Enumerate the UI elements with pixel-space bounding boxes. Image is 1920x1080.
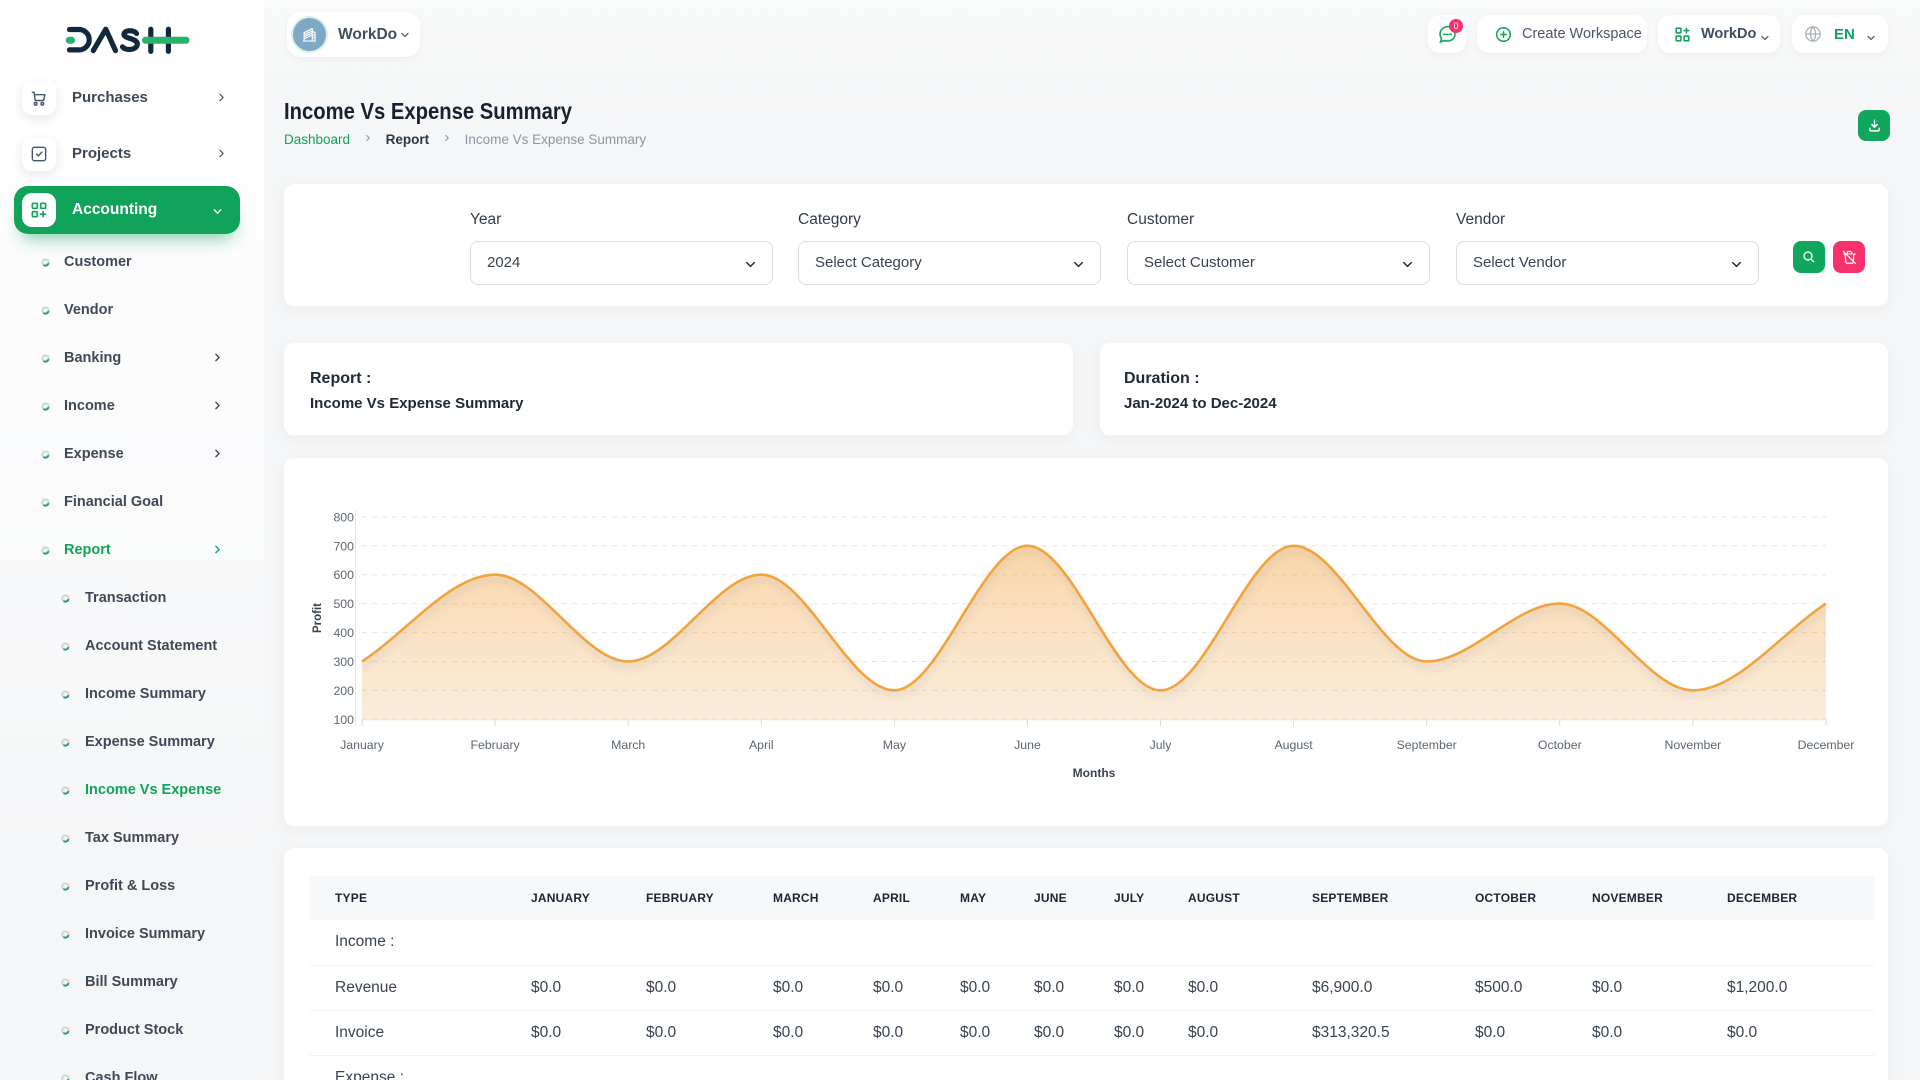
svg-text:400: 400 — [333, 626, 354, 640]
svg-text:February: February — [470, 738, 520, 752]
svg-text:March: March — [611, 738, 645, 752]
svg-text:Profit: Profit — [312, 603, 324, 633]
svg-text:May: May — [883, 738, 907, 752]
svg-text:200: 200 — [333, 684, 354, 698]
svg-text:Months: Months — [1073, 766, 1116, 780]
svg-text:June: June — [1014, 738, 1041, 752]
svg-text:September: September — [1397, 738, 1457, 752]
svg-text:October: October — [1538, 738, 1582, 752]
svg-text:100: 100 — [333, 713, 354, 727]
svg-text:August: August — [1274, 738, 1313, 752]
svg-text:600: 600 — [333, 568, 354, 582]
svg-text:December: December — [1798, 738, 1855, 752]
svg-text:800: 800 — [333, 510, 354, 524]
svg-text:November: November — [1665, 738, 1722, 752]
svg-text:January: January — [340, 738, 385, 752]
svg-text:500: 500 — [333, 597, 354, 611]
svg-text:April: April — [749, 738, 774, 752]
svg-text:700: 700 — [333, 539, 354, 553]
svg-text:300: 300 — [333, 655, 354, 669]
svg-text:July: July — [1150, 738, 1173, 752]
